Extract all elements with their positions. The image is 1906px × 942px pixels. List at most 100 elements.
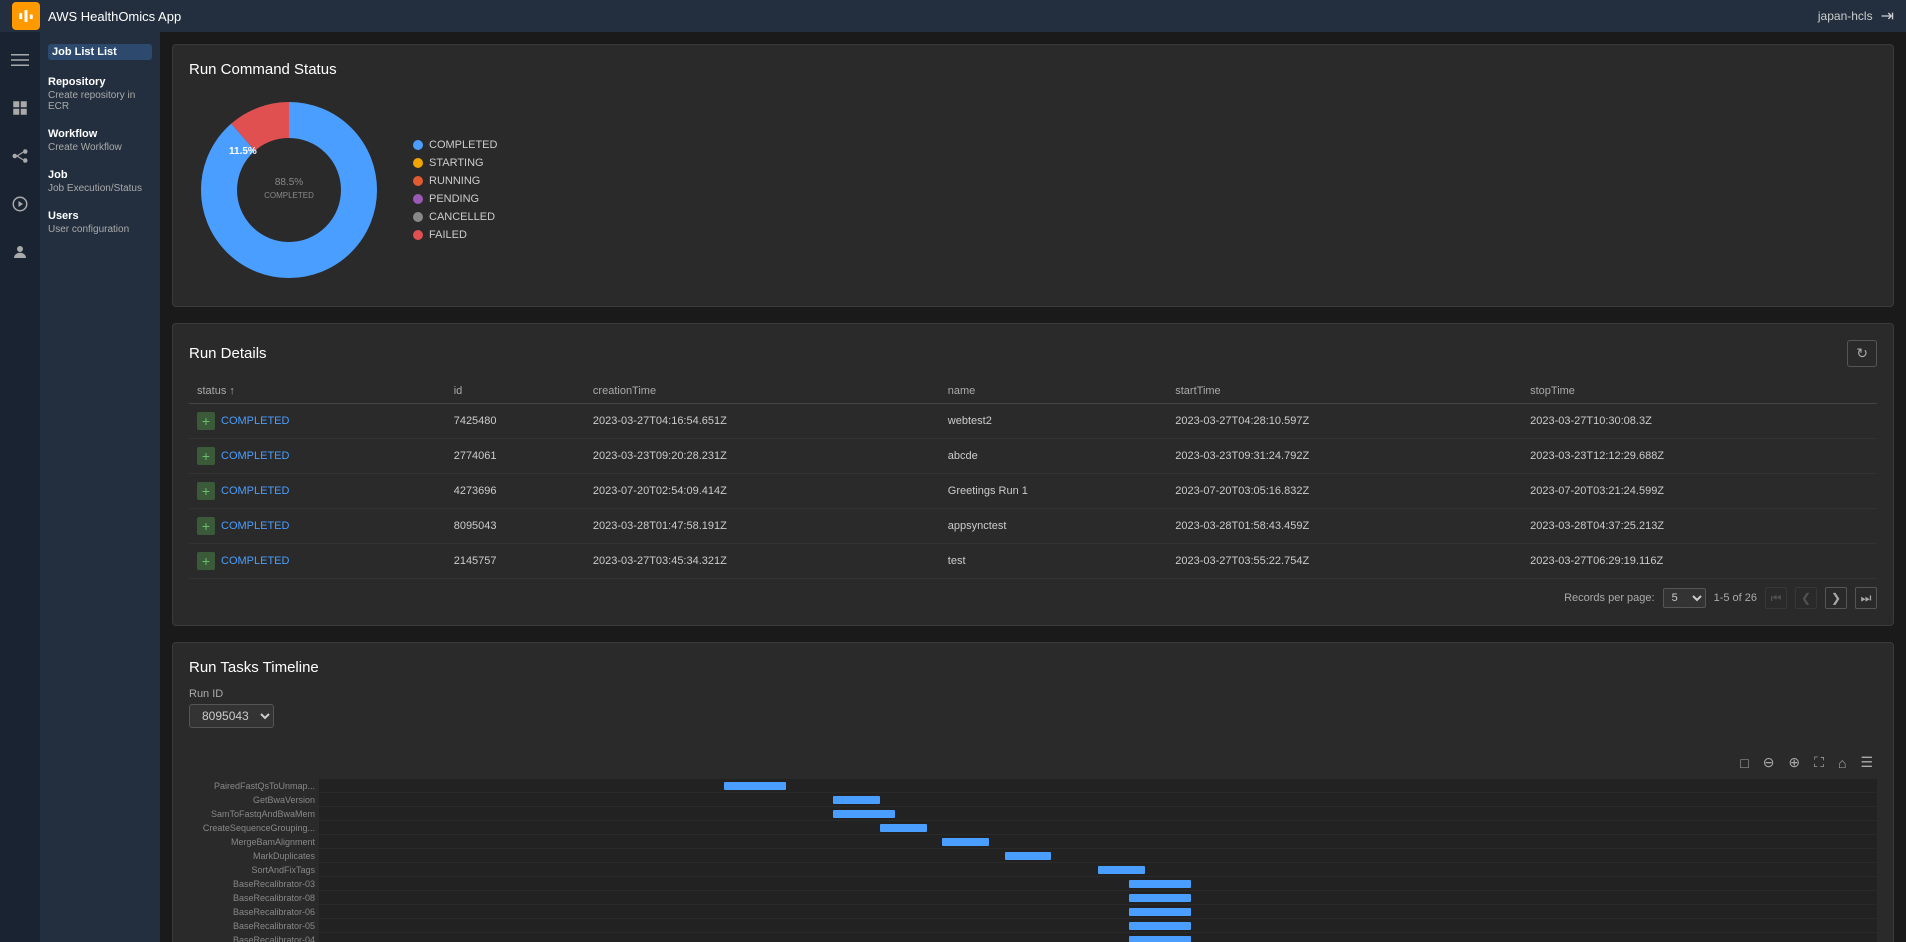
timeline-bar — [1129, 922, 1191, 930]
sidebar-section-job-list: Job List List — [48, 44, 152, 60]
pagination-first-button[interactable]: ⏮ — [1765, 587, 1787, 609]
home-button[interactable]: ⌂ — [1834, 752, 1850, 773]
expand-row-btn-4[interactable]: + — [197, 552, 215, 570]
col-status[interactable]: status ↑ — [189, 379, 446, 404]
timeline-bar — [724, 782, 786, 790]
svg-text:COMPLETED: COMPLETED — [264, 191, 314, 200]
users-icon[interactable] — [4, 236, 36, 268]
table-row: + COMPLETED 4273696 2023-07-20T02:54:09.… — [189, 474, 1877, 509]
cell-id-1: 2774061 — [446, 439, 585, 474]
sidebar-item-create-repo[interactable]: Create repository in ECR — [48, 90, 152, 112]
table-row: + COMPLETED 8095043 2023-03-28T01:47:58.… — [189, 509, 1877, 544]
timeline-bar — [942, 838, 989, 846]
pagination-next-button[interactable]: ❯ — [1825, 587, 1847, 609]
status-value-0: COMPLETED — [221, 415, 289, 427]
col-stop-time[interactable]: stopTime — [1522, 379, 1877, 404]
sidebar-item-job-list[interactable]: Job List List — [48, 44, 152, 60]
timeline-row — [319, 793, 1877, 807]
timeline-label: BaseRecalibrator-06 — [189, 905, 319, 919]
settings-button[interactable]: ☰ — [1856, 752, 1877, 773]
timeline-bar — [1005, 852, 1052, 860]
cell-stop-time-4: 2023-03-27T06:29:19.116Z — [1522, 544, 1877, 579]
sidebar-title-workflow: Workflow — [48, 128, 152, 140]
user-label: japan-hcls — [1818, 9, 1873, 23]
legend-running: RUNNING — [413, 175, 497, 187]
timeline-label: BaseRecalibrator-08 — [189, 891, 319, 905]
timeline-chart-area: PairedFastQsToUnmap...GetBwaVersionSamTo… — [189, 779, 1877, 942]
timeline-row — [319, 835, 1877, 849]
timeline-label: BaseRecalibrator-03 — [189, 877, 319, 891]
legend-cancelled: CANCELLED — [413, 211, 497, 223]
timeline-bar — [1129, 936, 1191, 942]
sidebar-item-user-config[interactable]: User configuration — [48, 224, 152, 235]
legend-pending: PENDING — [413, 193, 497, 205]
cell-status-2: + COMPLETED — [189, 474, 446, 509]
pagination-prev-button[interactable]: ❮ — [1795, 587, 1817, 609]
cell-creation-time-0: 2023-03-27T04:16:54.651Z — [585, 404, 940, 439]
timeline-row — [319, 891, 1877, 905]
legend-label-cancelled: CANCELLED — [429, 211, 495, 223]
table-row: + COMPLETED 7425480 2023-03-27T04:16:54.… — [189, 404, 1877, 439]
records-per-page-select[interactable]: 5 10 25 — [1663, 588, 1706, 608]
cell-start-time-1: 2023-03-23T09:31:24.792Z — [1167, 439, 1522, 474]
col-id[interactable]: id — [446, 379, 585, 404]
topbar: AWS HealthOmics App japan-hcls ⇥ — [0, 0, 1906, 32]
expand-row-btn-1[interactable]: + — [197, 447, 215, 465]
sidebar-item-create-workflow[interactable]: Create Workflow — [48, 142, 152, 153]
legend-label-pending: PENDING — [429, 193, 479, 205]
cell-creation-time-2: 2023-07-20T02:54:09.414Z — [585, 474, 940, 509]
col-name[interactable]: name — [940, 379, 1167, 404]
chart-section: 88.5% COMPLETED 11.5% COMPLETED STARTING — [189, 90, 1877, 290]
job-icon[interactable] — [4, 188, 36, 220]
legend-failed: FAILED — [413, 229, 497, 241]
timeline-toolbar: □ ⊖ ⊕ ⛶ ⌂ ☰ — [189, 752, 1877, 773]
timeline-bar — [1129, 908, 1191, 916]
logout-icon[interactable]: ⇥ — [1881, 6, 1894, 26]
cell-name-3: appsynctest — [940, 509, 1167, 544]
legend-completed: COMPLETED — [413, 139, 497, 151]
dashboard-icon[interactable] — [4, 92, 36, 124]
run-details-table-body: + COMPLETED 7425480 2023-03-27T04:16:54.… — [189, 404, 1877, 579]
timeline-bars — [319, 779, 1877, 942]
workflow-icon[interactable] — [4, 140, 36, 172]
run-id-select[interactable]: 8095043 — [189, 704, 274, 728]
sidebar-content: Job List List Repository Create reposito… — [40, 32, 160, 942]
legend-dot-completed — [413, 140, 423, 150]
timeline-row — [319, 933, 1877, 942]
expand-row-btn-3[interactable]: + — [197, 517, 215, 535]
status-value-2: COMPLETED — [221, 485, 289, 497]
cell-creation-time-3: 2023-03-28T01:47:58.191Z — [585, 509, 940, 544]
zoom-reset-button[interactable]: □ — [1736, 752, 1752, 773]
hamburger-menu-icon[interactable] — [4, 44, 36, 76]
zoom-in-button[interactable]: ⊕ — [1784, 752, 1804, 773]
zoom-out-button[interactable]: ⊖ — [1759, 752, 1779, 773]
records-per-page-label: Records per page: — [1564, 592, 1655, 604]
legend-dot-cancelled — [413, 212, 423, 222]
run-command-status-card: Run Command Status 88.5% COMPLETED 11.5% — [172, 44, 1894, 307]
expand-row-btn-0[interactable]: + — [197, 412, 215, 430]
cell-id-3: 8095043 — [446, 509, 585, 544]
run-id-label: Run ID — [189, 688, 1877, 700]
timeline-label: SamToFastqAndBwaMem — [189, 807, 319, 821]
col-start-time[interactable]: startTime — [1167, 379, 1522, 404]
refresh-button[interactable]: ↻ — [1847, 340, 1877, 367]
pagination-last-button[interactable]: ⏭ — [1855, 587, 1877, 609]
timeline-bar — [1098, 866, 1145, 874]
sidebar-item-job-execution[interactable]: Job Execution/Status — [48, 183, 152, 194]
cell-id-2: 4273696 — [446, 474, 585, 509]
expand-row-btn-2[interactable]: + — [197, 482, 215, 500]
timeline-label: SortAndFixTags — [189, 863, 319, 877]
cell-stop-time-0: 2023-03-27T10:30:08.3Z — [1522, 404, 1877, 439]
cell-start-time-0: 2023-03-27T04:28:10.597Z — [1167, 404, 1522, 439]
sidebar-section-users: Users User configuration — [48, 210, 152, 235]
cell-status-0: + COMPLETED — [189, 404, 446, 439]
zoom-fit-button[interactable]: ⛶ — [1810, 752, 1828, 773]
run-details-card: Run Details ↻ status ↑ id creationTime n… — [172, 323, 1894, 626]
donut-chart: 88.5% COMPLETED 11.5% — [189, 90, 389, 290]
run-tasks-timeline-card: Run Tasks Timeline Run ID 8095043 □ ⊖ ⊕ … — [172, 642, 1894, 942]
col-creation-time[interactable]: creationTime — [585, 379, 940, 404]
legend-dot-starting — [413, 158, 423, 168]
timeline-label: CreateSequenceGrouping... — [189, 821, 319, 835]
timeline-row — [319, 821, 1877, 835]
timeline-row — [319, 919, 1877, 933]
